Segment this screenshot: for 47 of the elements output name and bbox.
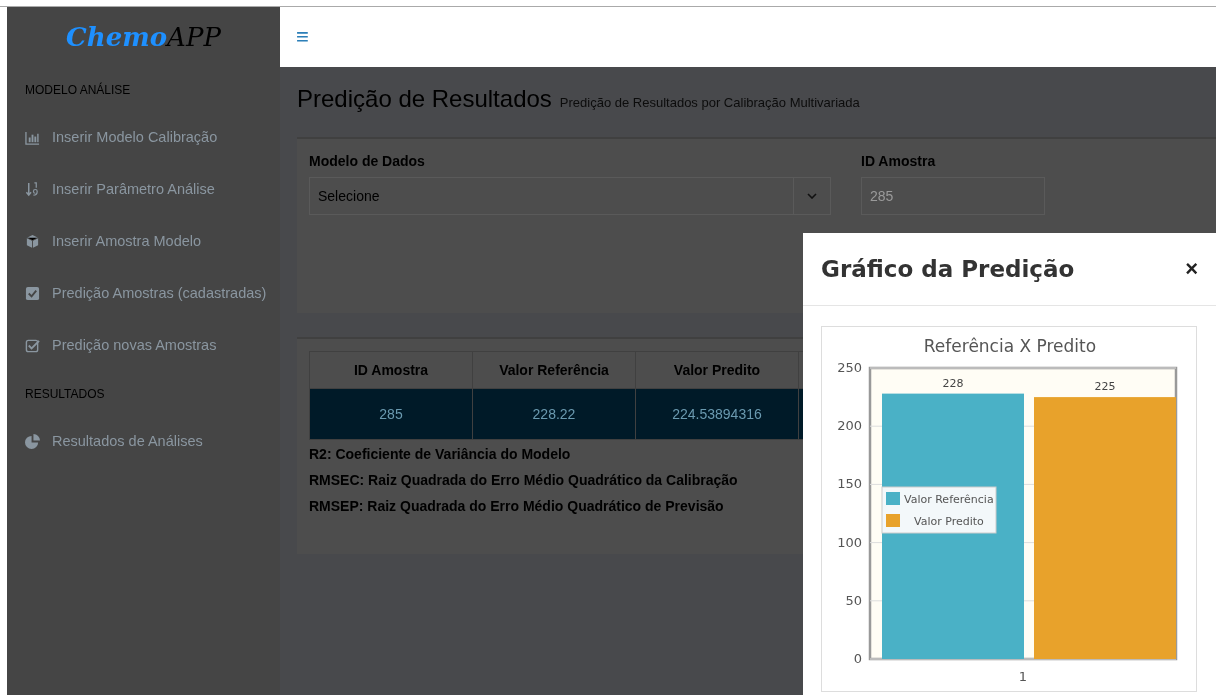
axis-tick-label: 50 xyxy=(845,592,862,608)
bar-chart-icon xyxy=(25,129,40,145)
checked-box-icon xyxy=(25,285,40,301)
column-header: ID Amostra xyxy=(309,351,473,389)
axis-tick-label: 250 xyxy=(837,360,862,375)
sidebar-item[interactable]: Predição novas Amostras xyxy=(7,319,280,371)
app-logo-text: Chemo xyxy=(66,22,168,52)
sort-numeric-icon xyxy=(25,181,40,197)
cube-icon xyxy=(25,233,40,249)
close-button[interactable]: × xyxy=(1185,256,1198,282)
legend-label: Valor Predito xyxy=(914,515,985,528)
dialog-title: Gráfico da Predição xyxy=(821,256,1075,282)
data-label: 225 xyxy=(1094,380,1116,394)
model-select[interactable]: Selecione xyxy=(309,177,831,215)
axis-tick-label: 0 xyxy=(853,651,862,666)
legend-note: RMSEP: Raiz Quadrada do Erro Médio Quadrático de Previsão xyxy=(309,498,724,514)
section-header: MODELO ANÁLISE xyxy=(24,81,132,99)
sample-id-field[interactable]: 285 xyxy=(861,177,1045,215)
menu-button[interactable]: ≡ xyxy=(296,24,309,50)
sidebar-item[interactable]: Inserir Amostra Modelo xyxy=(7,215,280,267)
caret-icon xyxy=(807,193,817,199)
legend-note: RMSEC: Raiz Quadrada do Erro Médio Quadrático da Calibração xyxy=(309,472,738,488)
check-outline-icon xyxy=(25,337,40,353)
chart-title: Referência X Predito xyxy=(923,336,1097,356)
pie-chart-icon xyxy=(25,433,40,449)
axis-tick-label: 150 xyxy=(837,476,862,492)
page-title: Predição de Resultados xyxy=(297,85,552,113)
data-label: 228 xyxy=(942,376,964,390)
sidebar-item[interactable]: Resultados de Análises xyxy=(7,415,280,467)
page-subtitle: Predição de Resultados por Calibração Multivariada xyxy=(559,95,860,110)
legend-label: Valor Referência xyxy=(904,493,994,506)
column-header: Valor Predito xyxy=(635,351,799,389)
table-cell: 285 xyxy=(309,388,473,440)
app-logo-text: APP xyxy=(167,22,221,52)
section-header: RESULTADOS xyxy=(24,386,106,403)
field-label: ID Amostra xyxy=(861,153,937,169)
sidebar-item[interactable]: Inserir Modelo Calibração xyxy=(7,111,280,163)
legend-note: R2: Coeficiente de Variância do Modelo xyxy=(309,446,571,462)
field-label: Modelo de Dados xyxy=(309,153,426,169)
sidebar-item[interactable]: Predição Amostras (cadastradas) xyxy=(7,267,280,319)
table-cell: 228.22 xyxy=(472,388,636,440)
axis-category-label: 1 xyxy=(1018,669,1028,684)
column-header: Valor Referência xyxy=(472,351,636,389)
table-cell: 224.53894316 xyxy=(635,388,799,440)
axis-tick-label: 200 xyxy=(837,418,862,434)
axis-tick-label: 100 xyxy=(837,534,862,550)
sidebar-item[interactable]: Inserir Parâmetro Análise xyxy=(7,163,280,215)
